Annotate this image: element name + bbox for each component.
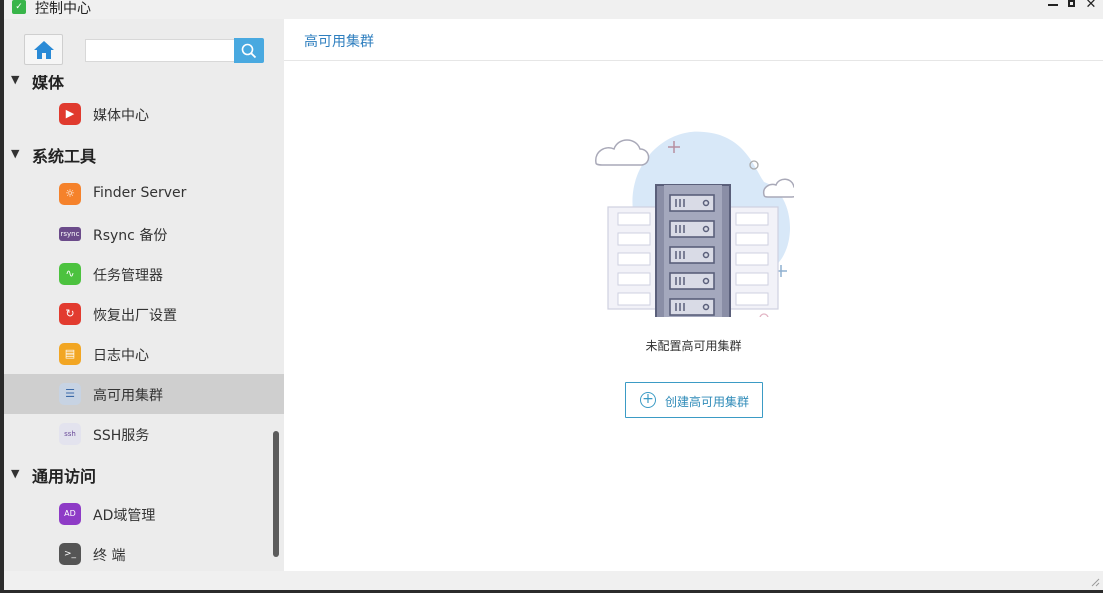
main-panel: 高可用集群 未配置高可用集群 + 创建高可用集群: [284, 19, 1103, 571]
status-bar: [4, 571, 1103, 590]
ad-icon: AD: [59, 503, 81, 525]
server-illustration: [595, 131, 794, 317]
sidebar-item-label: 终 端: [93, 548, 126, 564]
expand-arrow-icon: ▼: [11, 467, 20, 480]
sidebar-item-label: SSH服务: [93, 428, 150, 444]
search-button[interactable]: [234, 38, 264, 63]
sidebar-item-terminal[interactable]: >_ 终 端: [4, 534, 284, 571]
group-header-system-tools[interactable]: ▼ 系统工具: [4, 134, 284, 174]
create-cluster-button[interactable]: + 创建高可用集群: [625, 382, 763, 418]
sidebar-item-label: 任务管理器: [93, 268, 163, 284]
pulse-icon: ∿: [59, 263, 81, 285]
group-header-general-access[interactable]: ▼ 通用访问: [4, 454, 284, 494]
sidebar-item-ssh[interactable]: ssh SSH服务: [4, 414, 284, 454]
resize-grip-icon[interactable]: [1090, 577, 1100, 587]
sidebar-item-task-manager[interactable]: ∿ 任务管理器: [4, 254, 284, 294]
sidebar-item-label: Finder Server: [93, 185, 187, 201]
close-icon: ✕: [1085, 0, 1097, 12]
page-title: 高可用集群: [304, 34, 374, 50]
sidebar-item-ha-cluster[interactable]: ☰ 高可用集群: [4, 374, 284, 414]
terminal-icon: >_: [59, 543, 81, 565]
sidebar-scrollbar[interactable]: [273, 431, 279, 557]
rsync-icon: rsync: [59, 227, 81, 241]
reset-icon: ↻: [59, 303, 81, 325]
group-label: 媒体: [32, 75, 65, 92]
cluster-icon: ☰: [59, 383, 81, 405]
create-cluster-label: 创建高可用集群: [665, 395, 750, 409]
main-header: 高可用集群: [284, 19, 1103, 61]
home-icon: [34, 41, 54, 59]
sidebar-item-label: 恢复出厂设置: [93, 308, 177, 324]
home-button[interactable]: [24, 34, 63, 65]
plus-circle-icon: +: [640, 392, 656, 408]
log-icon: ▤: [59, 343, 81, 365]
close-button[interactable]: ✕: [1084, 0, 1098, 13]
ssh-icon: ssh: [59, 423, 81, 445]
minimize-button[interactable]: [1046, 0, 1060, 13]
finder-icon: ☼: [59, 183, 81, 205]
sidebar-item-label: Rsync 备份: [93, 228, 168, 244]
maximize-button[interactable]: [1065, 0, 1079, 13]
expand-arrow-icon: ▼: [11, 147, 20, 160]
search-input[interactable]: [85, 39, 234, 62]
sidebar-item-rsync[interactable]: rsync Rsync 备份: [4, 214, 284, 254]
sidebar-item-media-center[interactable]: ▶ 媒体中心: [4, 94, 284, 134]
control-center-window: ✓ 控制中心 ✕ ▼ 媒体 ▶ 媒体中心 ▼ 系统工具 ☼ Finder Ser…: [4, 0, 1103, 590]
sidebar-item-label: AD域管理: [93, 508, 156, 524]
empty-state-message: 未配置高可用集群: [645, 339, 742, 353]
title-bar: ✓ 控制中心 ✕: [4, 0, 1103, 19]
expand-arrow-icon: ▼: [11, 75, 20, 86]
play-icon: ▶: [59, 103, 81, 125]
sidebar-item-factory-reset[interactable]: ↻ 恢复出厂设置: [4, 294, 284, 334]
window-title: 控制中心: [35, 1, 91, 17]
sidebar-item-label: 日志中心: [93, 348, 149, 364]
group-label: 系统工具: [32, 147, 97, 166]
sidebar-item-log-center[interactable]: ▤ 日志中心: [4, 334, 284, 374]
sidebar-item-label: 高可用集群: [93, 388, 163, 404]
sidebar-item-ad-domain[interactable]: AD AD域管理: [4, 494, 284, 534]
sidebar-item-finder-server[interactable]: ☼ Finder Server: [4, 174, 284, 214]
sidebar-nav: ▼ 媒体 ▶ 媒体中心 ▼ 系统工具 ☼ Finder Server rsync…: [4, 75, 284, 571]
search-icon: [241, 43, 257, 59]
maximize-icon: [1068, 0, 1075, 7]
group-label: 通用访问: [32, 467, 97, 486]
sidebar: ▼ 媒体 ▶ 媒体中心 ▼ 系统工具 ☼ Finder Server rsync…: [4, 19, 284, 571]
minimize-icon: [1048, 4, 1058, 6]
sidebar-item-label: 媒体中心: [93, 108, 149, 124]
app-icon: ✓: [12, 0, 26, 14]
